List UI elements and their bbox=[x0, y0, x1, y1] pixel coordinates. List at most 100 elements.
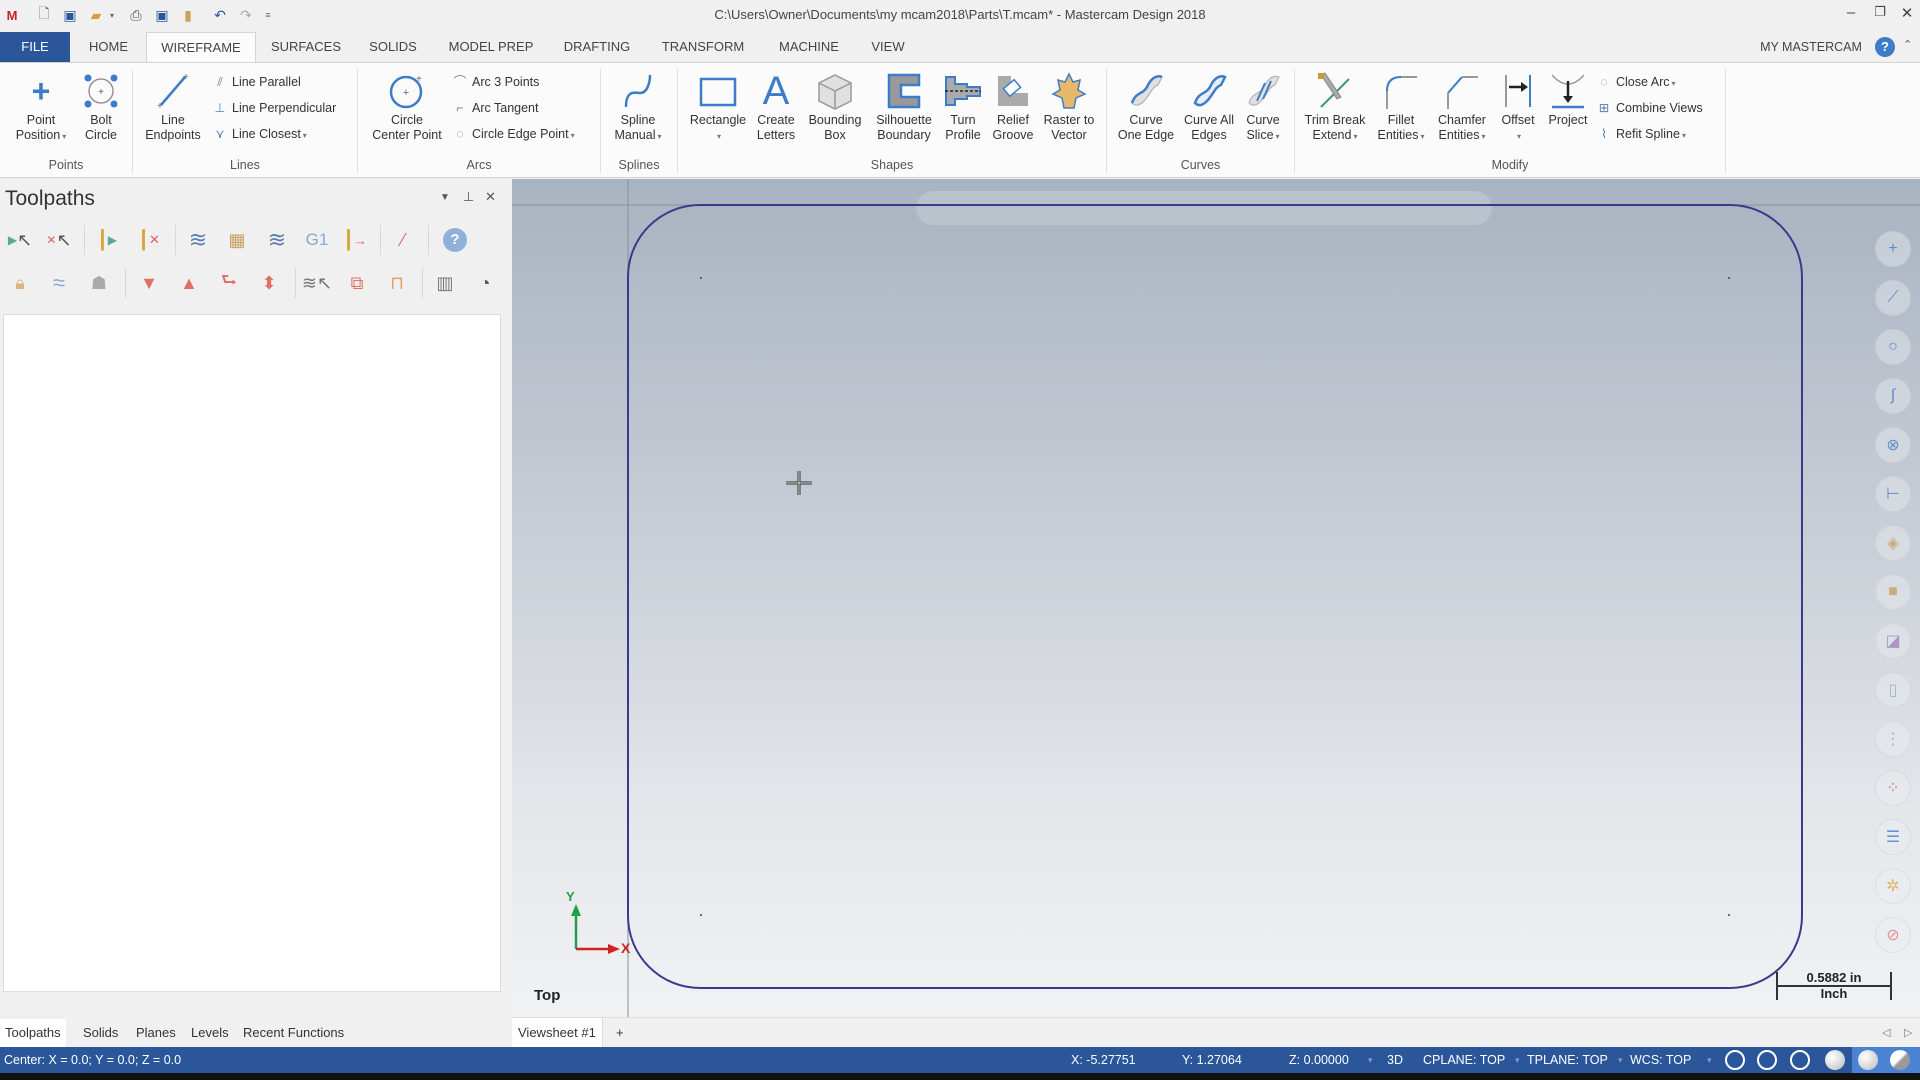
graphics-canvas[interactable] bbox=[512, 179, 1920, 1017]
rectangle-button[interactable]: Rectangle ▾ bbox=[684, 69, 752, 144]
arc-3-points-button[interactable]: ⌒ Arc 3 Points bbox=[450, 71, 540, 93]
project-button[interactable]: Project bbox=[1542, 69, 1594, 128]
scroll-to-insert-icon[interactable]: ⬍ bbox=[254, 268, 284, 298]
status-3d-toggle[interactable]: 3D bbox=[1387, 1053, 1403, 1067]
move-down-icon[interactable]: ▼ bbox=[134, 268, 164, 298]
quick-spline-icon[interactable]: ∫ bbox=[1875, 378, 1911, 414]
highfeed-icon[interactable]: ⁄ bbox=[388, 225, 418, 255]
status-z-coordinate[interactable]: Z: 0.00000 bbox=[1289, 1053, 1349, 1067]
toggle-posting-icon[interactable]: ≈ bbox=[44, 268, 74, 298]
circle-edge-point-button[interactable]: ◌ Circle Edge Point ▾ bbox=[450, 123, 574, 145]
help-icon[interactable]: ? bbox=[1875, 37, 1895, 57]
quick-levels-icon[interactable]: ☰ bbox=[1875, 819, 1911, 855]
raster-to-vector-button[interactable]: Raster to Vector bbox=[1038, 69, 1100, 143]
tab-view[interactable]: VIEW bbox=[862, 32, 914, 62]
insert-arrow-icon[interactable]: ⮑ bbox=[214, 268, 244, 298]
curve-one-edge-button[interactable]: Curve One Edge bbox=[1112, 69, 1180, 143]
cplane-dropdown-icon[interactable]: ▾ bbox=[1515, 1055, 1520, 1066]
quick-layout-icon[interactable]: ▯ bbox=[1875, 672, 1911, 708]
shaded-icon[interactable] bbox=[1825, 1050, 1845, 1070]
tab-transform[interactable]: TRANSFORM bbox=[656, 32, 750, 62]
quick-colors-icon[interactable]: ⁘ bbox=[1875, 770, 1911, 806]
panel-close-icon[interactable]: ✕ bbox=[485, 189, 496, 205]
line-closest-button[interactable]: ⋎ Line Closest ▾ bbox=[210, 123, 306, 145]
tab-file[interactable]: FILE bbox=[0, 32, 70, 62]
turn-profile-button[interactable]: Turn Profile bbox=[938, 69, 988, 143]
restore-button[interactable]: ❐ bbox=[1868, 4, 1892, 26]
scroll-right-icon[interactable]: ▷ bbox=[1904, 1026, 1912, 1039]
tab-planes[interactable]: Planes bbox=[131, 1019, 181, 1047]
graphics-viewport[interactable]: Y X Top 0.5882 in Inch bbox=[512, 179, 1920, 1017]
curve-slice-button[interactable]: Curve Slice ▾ bbox=[1238, 69, 1288, 144]
shaded-with-edges-icon[interactable] bbox=[1858, 1050, 1878, 1070]
tool-manager-icon[interactable]: ⊓ bbox=[382, 268, 412, 298]
relief-groove-button[interactable]: Relief Groove bbox=[988, 69, 1038, 143]
panel-menu-icon[interactable]: ▼ bbox=[440, 192, 450, 203]
quick-cancel-icon[interactable]: ⊘ bbox=[1875, 917, 1911, 953]
quick-settings-icon[interactable]: ✲ bbox=[1875, 868, 1911, 904]
quick-transform-icon[interactable]: ◪ bbox=[1875, 623, 1911, 659]
refit-spline-button[interactable]: ⌇ Refit Spline ▾ bbox=[1594, 123, 1686, 145]
combine-views-button[interactable]: ⊞ Combine Views bbox=[1594, 97, 1703, 119]
toolpaths-tree[interactable] bbox=[3, 314, 501, 992]
status-cplane[interactable]: CPLANE: TOP bbox=[1423, 1053, 1505, 1067]
regenerate-selected-icon[interactable]: ┃ ▶ bbox=[92, 225, 122, 255]
hidden-removed-globe-icon[interactable] bbox=[1790, 1050, 1810, 1070]
create-letters-button[interactable]: A Create Letters bbox=[752, 69, 800, 143]
select-all-operations-icon[interactable]: ▶ ↖ bbox=[5, 225, 35, 255]
bolt-circle-button[interactable]: + Bolt Circle bbox=[76, 69, 126, 143]
simulate-icon[interactable]: ≋ bbox=[262, 225, 292, 255]
quick-box-icon[interactable]: ■ bbox=[1875, 574, 1911, 610]
quick-dimension-icon[interactable]: ⊢ bbox=[1875, 476, 1911, 512]
tab-surfaces[interactable]: SURFACES bbox=[266, 32, 346, 62]
chamfer-entities-button[interactable]: Chamfer Entities ▾ bbox=[1432, 69, 1492, 144]
status-tplane[interactable]: TPLANE: TOP bbox=[1527, 1053, 1608, 1067]
arc-tangent-button[interactable]: ⌐ Arc Tangent bbox=[450, 97, 538, 119]
z-dropdown-icon[interactable]: ▾ bbox=[1368, 1055, 1373, 1066]
tplane-dropdown-icon[interactable]: ▾ bbox=[1618, 1055, 1623, 1066]
spline-manual-button[interactable]: Spline Manual ▾ bbox=[606, 69, 670, 144]
tab-solids[interactable]: Solids bbox=[78, 1019, 123, 1047]
tab-model-prep[interactable]: MODEL PREP bbox=[440, 32, 542, 62]
quick-point-icon[interactable]: + bbox=[1875, 231, 1911, 267]
line-parallel-button[interactable]: ⫽ Line Parallel bbox=[210, 71, 301, 93]
status-wcs[interactable]: WCS: TOP bbox=[1630, 1053, 1691, 1067]
line-perpendicular-button[interactable]: ⊥ Line Perpendicular bbox=[210, 97, 337, 119]
select-toolpath-icon[interactable]: ≋↖ bbox=[302, 268, 332, 298]
post-selected-icon[interactable]: ┃ → bbox=[340, 225, 370, 255]
offset-button[interactable]: Offset ▾ bbox=[1494, 69, 1542, 144]
close-button[interactable]: ✕ bbox=[1895, 4, 1919, 26]
tab-home[interactable]: HOME bbox=[80, 32, 137, 62]
edit-colors-icon[interactable]: ◔ bbox=[470, 268, 500, 298]
trim-break-extend-button[interactable]: Trim Break Extend ▾ bbox=[1300, 69, 1370, 144]
machine-icon[interactable]: ▥ bbox=[430, 268, 460, 298]
stock-model-icon[interactable]: ⧉ bbox=[342, 268, 372, 298]
tab-machine[interactable]: MACHINE bbox=[770, 32, 848, 62]
move-up-icon[interactable]: ▲ bbox=[174, 268, 204, 298]
curve-all-edges-button[interactable]: Curve All Edges bbox=[1180, 69, 1238, 143]
backplot-icon[interactable]: ≋ bbox=[183, 225, 213, 255]
translucency-icon[interactable] bbox=[1890, 1050, 1910, 1070]
lock-icon[interactable]: 🔒︎ bbox=[5, 268, 35, 298]
wcs-dropdown-icon[interactable]: ▾ bbox=[1707, 1055, 1712, 1066]
tab-solids[interactable]: SOLIDS bbox=[360, 32, 426, 62]
regenerate-dirty-icon[interactable]: ┃ ✕ bbox=[134, 225, 164, 255]
tab-levels[interactable]: Levels bbox=[186, 1019, 234, 1047]
scroll-left-icon[interactable]: ◁ bbox=[1882, 1026, 1890, 1039]
fillet-entities-button[interactable]: Fillet Entities ▾ bbox=[1370, 69, 1432, 144]
quick-surface-icon[interactable]: ⊗ bbox=[1875, 427, 1911, 463]
add-viewsheet-button[interactable]: + bbox=[610, 1018, 630, 1048]
wireframe-globe-icon[interactable] bbox=[1725, 1050, 1745, 1070]
hidden-line-globe-icon[interactable] bbox=[1757, 1050, 1777, 1070]
quick-list-icon[interactable]: ⋮ bbox=[1875, 721, 1911, 757]
tab-viewsheet-1[interactable]: Viewsheet #1 bbox=[512, 1018, 603, 1048]
verify-icon[interactable]: ▦ bbox=[222, 225, 252, 255]
tab-toolpaths[interactable]: Toolpaths bbox=[0, 1019, 66, 1047]
post-g1-icon[interactable]: G1 bbox=[302, 225, 332, 255]
collapse-ribbon-icon[interactable]: ⌃ bbox=[1903, 38, 1912, 51]
ghost-icon[interactable]: ☗ bbox=[84, 268, 114, 298]
tab-recent-functions[interactable]: Recent Functions bbox=[238, 1019, 349, 1047]
silhouette-boundary-button[interactable]: Silhouette Boundary bbox=[870, 69, 938, 143]
tab-drafting[interactable]: DRAFTING bbox=[556, 32, 638, 62]
circle-center-point-button[interactable]: + + Circle Center Point bbox=[364, 69, 450, 143]
